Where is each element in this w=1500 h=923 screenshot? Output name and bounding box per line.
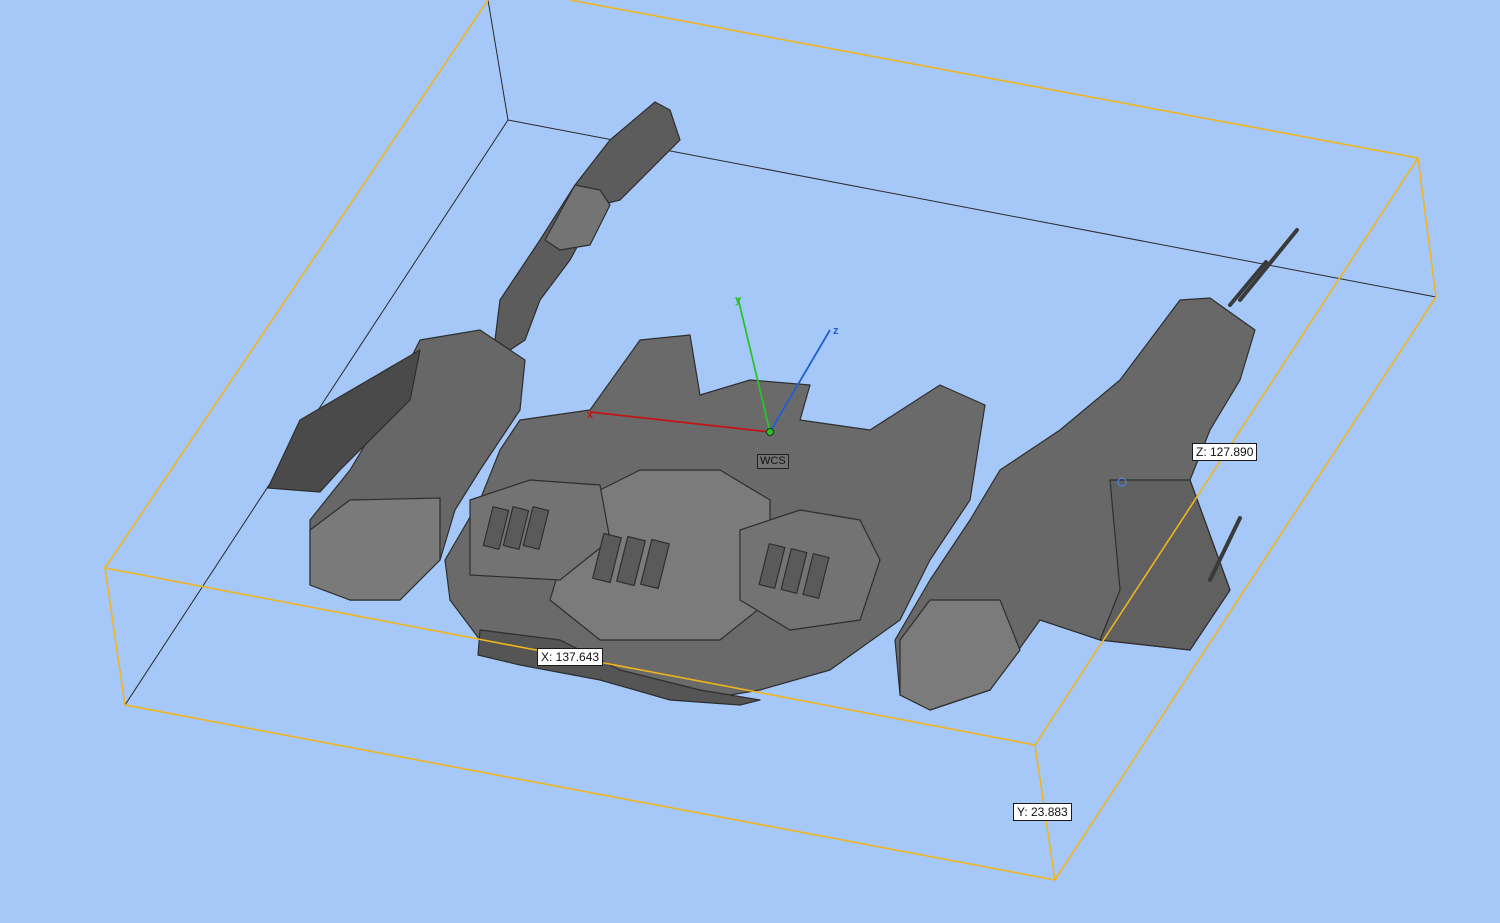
spaceship-model[interactable] (267, 101, 1299, 711)
wcs-label: WCS (757, 454, 789, 469)
y-axis-letter: y (735, 294, 742, 306)
scene-canvas[interactable] (0, 0, 1500, 923)
x-axis-letter: x (587, 409, 594, 421)
dimension-label-x: X: 137.643 (537, 648, 604, 666)
right-pod-front (899, 599, 1021, 711)
origin-point (766, 428, 774, 436)
dimension-label-y: Y: 23.883 (1013, 803, 1072, 821)
z-axis-letter: z (833, 325, 839, 337)
dimension-label-z: Z: 127.890 (1192, 443, 1258, 461)
3d-viewport[interactable]: x y z WCS X: 137.643 Z: 127.890 Y: 23.88… (0, 0, 1500, 923)
right-wing (1099, 479, 1231, 651)
